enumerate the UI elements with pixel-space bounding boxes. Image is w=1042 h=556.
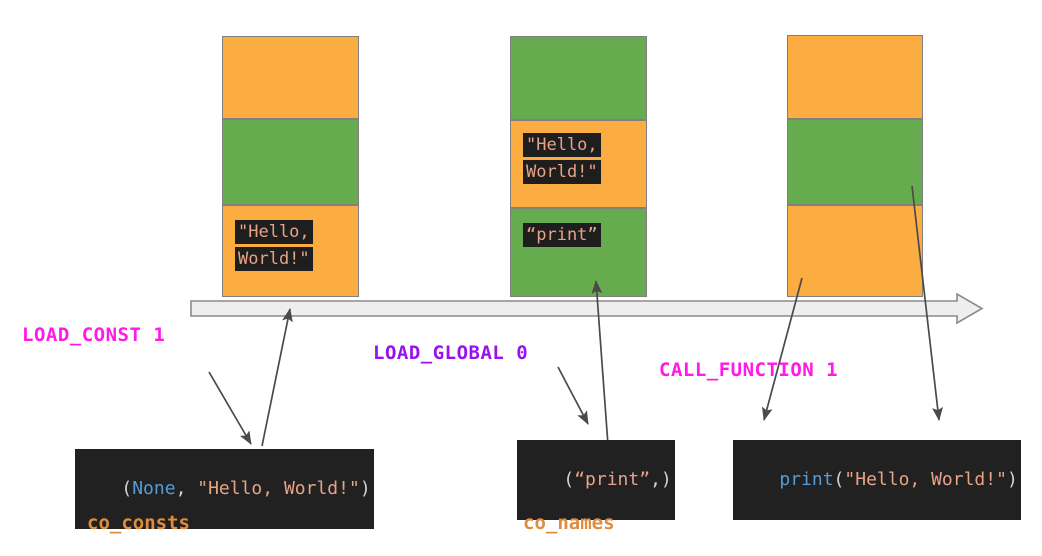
co-names-value: (“print”,) bbox=[517, 440, 675, 520]
code-token: ) bbox=[359, 478, 371, 499]
execution-timeline bbox=[190, 292, 984, 325]
opcode-label-load-const: LOAD_CONST 1 bbox=[22, 324, 166, 346]
stack-cell bbox=[222, 36, 359, 119]
stack-cell bbox=[222, 119, 359, 205]
stack-cell bbox=[510, 36, 647, 120]
arrow-co-consts-to-stack bbox=[261, 308, 293, 447]
stack-cell bbox=[787, 35, 923, 119]
arrow-co-names-to-stack bbox=[591, 279, 609, 446]
co-consts-caption: co_consts bbox=[87, 512, 190, 534]
co-names-caption: co_names bbox=[523, 512, 615, 534]
code-token: ) bbox=[1006, 469, 1018, 490]
stack-cell-text-line: "Hello, bbox=[235, 220, 313, 244]
stack-cell-text: "Hello, World!" bbox=[523, 133, 601, 184]
stack-cell bbox=[787, 119, 923, 205]
code-token: ( bbox=[121, 478, 133, 499]
code-token: ( bbox=[833, 469, 845, 490]
call-expression-value: print("Hello, World!") bbox=[733, 440, 1021, 520]
stack-cell-text-line: "Hello, bbox=[523, 133, 601, 157]
code-token: "Hello, World!" bbox=[197, 478, 360, 499]
code-token: "Hello, World!" bbox=[844, 469, 1007, 490]
stack-cell-text-line: World!" bbox=[523, 160, 601, 184]
stack-cell-text-line: “print” bbox=[523, 223, 601, 247]
opcode-label-load-global: LOAD_GLOBAL 0 bbox=[373, 342, 529, 364]
stack-cell bbox=[787, 205, 923, 297]
code-token: “print” bbox=[574, 469, 651, 490]
code-token: None bbox=[132, 478, 176, 499]
arrow-stack-to-call-expression-left bbox=[761, 277, 803, 421]
code-token: print bbox=[779, 469, 834, 490]
code-token: ,) bbox=[650, 469, 672, 490]
code-token: ( bbox=[563, 469, 575, 490]
diagram-canvas: "Hello, World!" "Hello, World!" “print” bbox=[0, 0, 1042, 556]
opcode-label-call-function: CALL_FUNCTION 1 bbox=[659, 359, 839, 381]
code-token: , bbox=[175, 478, 198, 499]
load-const-stack: "Hello, World!" bbox=[222, 36, 359, 297]
stack-cell: "Hello, World!" bbox=[222, 205, 359, 297]
stack-cell: “print” bbox=[510, 208, 647, 297]
stack-cell-text-line: World!" bbox=[235, 247, 313, 271]
arrow-load-const-to-co-consts bbox=[208, 371, 252, 445]
stack-cell-text: "Hello, World!" bbox=[235, 220, 313, 271]
arrow-load-global-to-co-names bbox=[557, 366, 589, 425]
load-global-stack: "Hello, World!" “print” bbox=[510, 36, 647, 297]
stack-cell: "Hello, World!" bbox=[510, 120, 647, 208]
call-function-stack bbox=[787, 35, 923, 297]
stack-cell-text: “print” bbox=[523, 223, 601, 247]
